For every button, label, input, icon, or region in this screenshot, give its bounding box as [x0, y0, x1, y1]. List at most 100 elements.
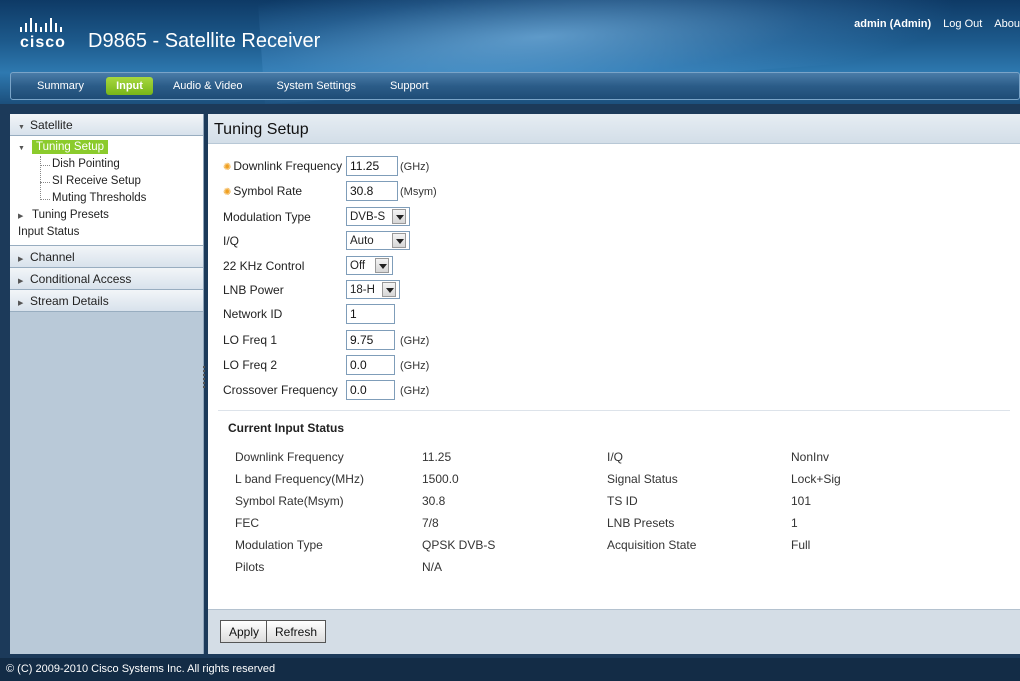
status-value: 30.8 — [422, 494, 446, 508]
unit-label: (GHz) — [400, 360, 430, 372]
user-links: admin (Admin) Log Out Abou — [854, 18, 1020, 30]
triangle-down-icon: ▼ — [18, 145, 25, 152]
sidebar: ▼ Satellite ▼ Tuning Setup Dish Pointing S… — [10, 114, 204, 654]
required-star-icon: ✺ — [223, 162, 232, 173]
khz-control-label: 22 KHz Control — [223, 259, 305, 273]
lo-freq2-row: LO Freq 2 (GHz) — [223, 355, 623, 375]
status-value: 101 — [791, 494, 812, 508]
cisco-logo-text: cisco — [20, 34, 66, 51]
main-content: Tuning Setup ✺Downlink Frequency (GHz) ✺… — [208, 114, 1020, 654]
sidebar-splitter[interactable] — [203, 366, 206, 388]
chevron-down-icon — [392, 233, 406, 248]
sidebar-item-si-receive-setup[interactable]: SI Receive Setup — [10, 173, 203, 190]
triangle-right-icon: ▶ — [18, 300, 24, 307]
unit-label: (GHz) — [400, 385, 430, 397]
sidebar-section-satellite[interactable]: ▼ Satellite — [10, 114, 203, 136]
crossover-frequency-row: Crossover Frequency (GHz) — [223, 380, 623, 400]
tab-input[interactable]: Input — [106, 77, 153, 95]
status-label: Downlink Frequency — [235, 450, 344, 464]
chevron-down-icon — [375, 258, 389, 273]
status-value: Lock+Sig — [791, 472, 841, 486]
cisco-logo-bars-icon — [20, 18, 66, 32]
lo-freq1-row: LO Freq 1 (GHz) — [223, 330, 623, 350]
apply-button[interactable]: Apply — [220, 620, 269, 643]
status-row: Pilots N/A — [235, 560, 995, 580]
about-link[interactable]: Abou — [994, 18, 1020, 30]
triangle-right-icon: ▶ — [18, 213, 24, 220]
select-value: DVB-S — [350, 210, 386, 223]
select-value: Off — [350, 259, 366, 272]
crossover-frequency-label: Crossover Frequency — [223, 383, 338, 397]
unit-label: (GHz) — [400, 161, 430, 173]
iq-select[interactable]: Auto — [346, 231, 410, 250]
crossover-frequency-input[interactable] — [346, 380, 395, 400]
main-nav: Summary Input Audio & Video System Setti… — [10, 72, 1020, 100]
status-label: Modulation Type — [235, 538, 323, 552]
page-title: Tuning Setup — [208, 114, 1020, 144]
sidebar-item-label: Tuning Setup — [32, 140, 108, 154]
tab-summary[interactable]: Summary — [25, 77, 96, 95]
iq-row: I/Q Auto — [223, 231, 623, 251]
lnb-power-select[interactable]: 18-H — [346, 280, 400, 299]
status-value: NonInv — [791, 450, 830, 464]
sidebar-item-label: Tuning Presets — [32, 209, 109, 221]
status-label: TS ID — [607, 494, 638, 508]
sidebar-item-input-status[interactable]: Input Status — [10, 224, 203, 241]
khz-control-row: 22 KHz Control Off — [223, 256, 623, 276]
status-label: Acquisition State — [607, 538, 697, 552]
tab-system-settings[interactable]: System Settings — [264, 77, 367, 95]
sidebar-item-dish-pointing[interactable]: Dish Pointing — [10, 156, 203, 173]
label-text: Downlink Frequency — [233, 159, 343, 173]
modulation-type-row: Modulation Type DVB-S — [223, 207, 623, 227]
sidebar-section-label: Channel — [30, 250, 75, 264]
lnb-power-row: LNB Power 18-H — [223, 280, 623, 300]
refresh-button[interactable]: Refresh — [266, 620, 327, 643]
status-label: L band Frequency(MHz) — [235, 472, 364, 486]
khz-control-select[interactable]: Off — [346, 256, 393, 275]
status-section-title: Current Input Status — [228, 421, 344, 435]
action-bar: Apply Refresh — [208, 609, 1020, 654]
sidebar-item-tuning-presets[interactable]: ▶ Tuning Presets — [10, 207, 203, 224]
symbol-rate-input[interactable] — [346, 181, 398, 201]
status-label: Signal Status — [607, 472, 678, 486]
chevron-down-icon — [382, 282, 396, 297]
status-value: Full — [791, 538, 811, 552]
tab-support[interactable]: Support — [378, 77, 441, 95]
app-title: D9865 - Satellite Receiver — [88, 30, 321, 52]
sidebar-section-conditional-access[interactable]: ▶ Conditional Access — [10, 268, 203, 290]
required-star-icon: ✺ — [223, 187, 232, 198]
symbol-rate-label: ✺ Symbol Rate — [223, 184, 302, 198]
logout-link[interactable]: Log Out — [943, 18, 982, 30]
section-divider — [218, 410, 1010, 411]
status-row: Modulation Type QPSK DVB-S Acquisition S… — [235, 538, 995, 558]
sidebar-section-label: Satellite — [30, 118, 73, 132]
status-row: Symbol Rate(Msym) 30.8 TS ID 101 — [235, 494, 995, 514]
sidebar-section-stream-details[interactable]: ▶ Stream Details — [10, 290, 203, 312]
lo-freq1-input[interactable] — [346, 330, 395, 350]
select-value: 18-H — [350, 283, 375, 296]
modulation-type-label: Modulation Type — [223, 210, 311, 224]
status-value: 1 — [791, 516, 798, 530]
modulation-type-select[interactable]: DVB-S — [346, 207, 410, 226]
satellite-tree: ▼ Tuning Setup Dish Pointing SI Receive S… — [10, 136, 203, 246]
status-row: L band Frequency(MHz) 1500.0 Signal Stat… — [235, 472, 995, 492]
status-label: Pilots — [235, 560, 265, 574]
downlink-frequency-input[interactable] — [346, 156, 398, 176]
lo-freq2-input[interactable] — [346, 355, 395, 375]
status-label: FEC — [235, 516, 259, 530]
sidebar-item-tuning-setup[interactable]: ▼ Tuning Setup — [10, 139, 203, 156]
status-label: I/Q — [607, 450, 624, 464]
status-value: N/A — [422, 560, 443, 574]
header: cisco D9865 - Satellite Receiver admin (… — [0, 0, 1020, 104]
sidebar-item-muting-thresholds[interactable]: Muting Thresholds — [10, 190, 203, 207]
sidebar-section-channel[interactable]: ▶ Channel — [10, 246, 203, 268]
label-text: Symbol Rate — [233, 184, 303, 198]
tab-audio-video[interactable]: Audio & Video — [161, 77, 255, 95]
current-user: admin (Admin) — [854, 18, 932, 30]
status-label: Symbol Rate(Msym) — [235, 494, 344, 508]
unit-label: (Msym) — [400, 186, 437, 198]
lo-freq1-label: LO Freq 1 — [223, 333, 278, 347]
sidebar-section-label: Conditional Access — [30, 272, 132, 286]
status-value: QPSK DVB-S — [422, 538, 496, 552]
network-id-input[interactable] — [346, 304, 395, 324]
